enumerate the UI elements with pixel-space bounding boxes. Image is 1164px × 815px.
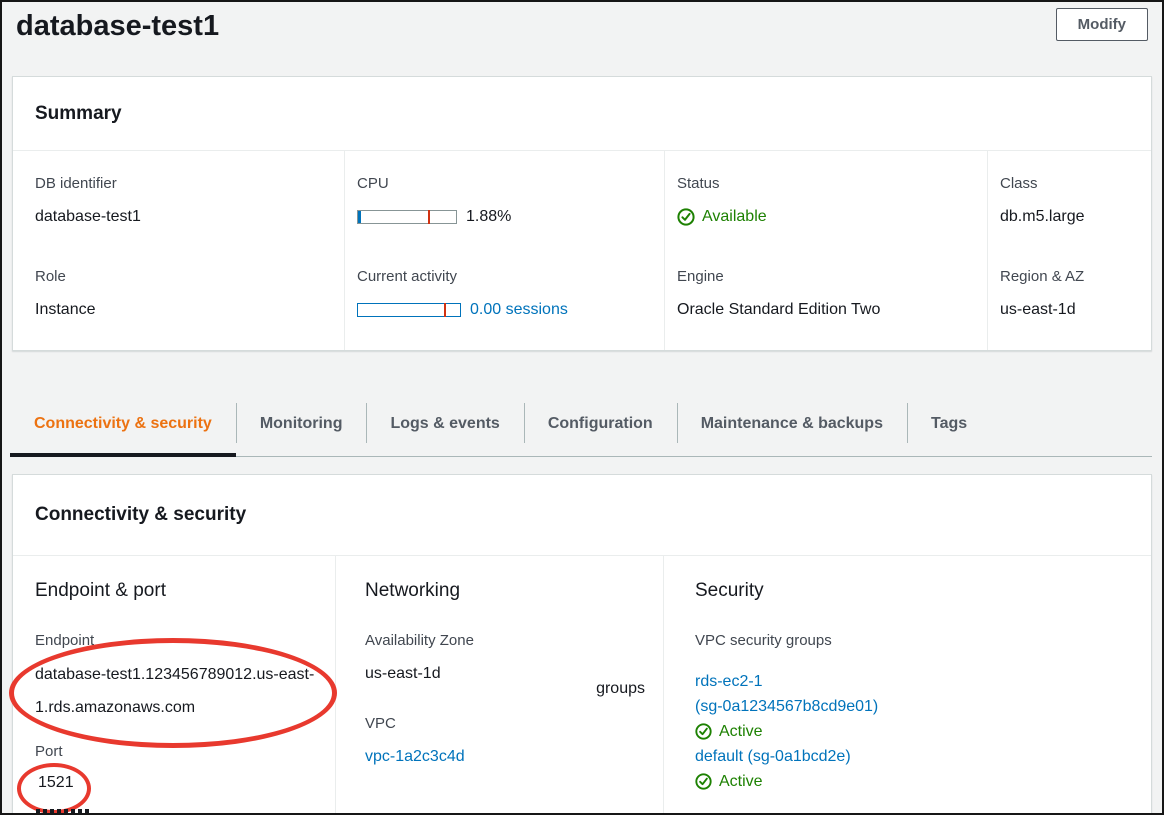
cpu-progress-fill bbox=[358, 211, 361, 223]
endpoint-port-column: Endpoint & port Endpoint database-test1.… bbox=[13, 556, 335, 815]
status-label: Status bbox=[677, 175, 977, 192]
detail-tabs: Connectivity & security Monitoring Logs … bbox=[10, 391, 1152, 457]
active-status-icon bbox=[695, 723, 712, 740]
security-group-2-link[interactable]: default (sg-0a1bcd2e) bbox=[695, 744, 851, 769]
summary-panel-title: Summary bbox=[13, 77, 1151, 151]
endpoint-port-section-title: Endpoint & port bbox=[35, 580, 321, 602]
vpc-link[interactable]: vpc-1a2c3c4d bbox=[365, 748, 465, 766]
security-group-1-name-link[interactable]: rds-ec2-1 bbox=[695, 669, 763, 694]
tab-maintenance-backups[interactable]: Maintenance & backups bbox=[677, 391, 907, 456]
summary-column-status: Status Available Engine Oracle Standard … bbox=[664, 151, 987, 350]
status-available-icon bbox=[677, 208, 695, 226]
summary-column-identity: DB identifier database-test1 Role Instan… bbox=[13, 151, 344, 350]
sessions-threshold-tick bbox=[444, 303, 446, 317]
status-field: Status Available bbox=[677, 175, 977, 226]
region-az-value: us-east-1d bbox=[1000, 301, 1141, 319]
page-title: database-test1 bbox=[16, 8, 219, 43]
security-group-1-id-link[interactable]: (sg-0a1234567b8cd9e01) bbox=[695, 694, 878, 719]
endpoint-value: database-test1.123456789012.us-east-1.rd… bbox=[35, 658, 331, 724]
port-label: Port bbox=[35, 743, 321, 760]
cpu-label: CPU bbox=[357, 175, 654, 192]
security-group-1-status: Active bbox=[695, 719, 1137, 744]
vpc-label: VPC bbox=[365, 715, 649, 732]
security-groups-list: rds-ec2-1 (sg-0a1234567b8cd9e01) Active … bbox=[695, 669, 1137, 794]
page-header: database-test1 Modify bbox=[2, 2, 1162, 76]
db-identifier-value: database-test1 bbox=[35, 208, 334, 226]
security-group-1-status-text: Active bbox=[719, 723, 763, 741]
tab-configuration[interactable]: Configuration bbox=[524, 391, 677, 456]
rds-instance-details-page: database-test1 Modify Summary DB identif… bbox=[0, 0, 1164, 815]
security-group-2-status-text: Active bbox=[719, 773, 763, 791]
region-az-field: Region & AZ us-east-1d bbox=[1000, 268, 1141, 319]
summary-column-class: Class db.m5.large Region & AZ us-east-1d bbox=[987, 151, 1151, 350]
summary-grid: DB identifier database-test1 Role Instan… bbox=[13, 151, 1151, 350]
modify-button[interactable]: Modify bbox=[1056, 8, 1148, 41]
connectivity-panel-title: Connectivity & security bbox=[13, 475, 1151, 556]
summary-column-metrics: CPU 1.88% Current activity bbox=[344, 151, 664, 350]
current-activity-label: Current activity bbox=[357, 268, 654, 285]
security-group-2-status: Active bbox=[695, 769, 1137, 794]
db-identifier-label: DB identifier bbox=[35, 175, 334, 192]
status-value: Available bbox=[702, 208, 767, 226]
sessions-progress-bar bbox=[357, 303, 461, 317]
current-activity-field: Current activity 0.00 sessions bbox=[357, 268, 654, 319]
role-label: Role bbox=[35, 268, 334, 285]
region-az-label: Region & AZ bbox=[1000, 268, 1141, 285]
tab-logs-events[interactable]: Logs & events bbox=[366, 391, 523, 456]
class-field: Class db.m5.large bbox=[1000, 175, 1141, 226]
connectivity-panel: Connectivity & security Endpoint & port … bbox=[12, 474, 1152, 815]
tab-connectivity-security[interactable]: Connectivity & security bbox=[10, 391, 236, 456]
role-field: Role Instance bbox=[35, 268, 334, 319]
security-column: Security VPC security groups rds-ec2-1 (… bbox=[663, 556, 1151, 815]
class-value: db.m5.large bbox=[1000, 208, 1141, 226]
class-label: Class bbox=[1000, 175, 1141, 192]
vpc-security-groups-label: VPC security groups bbox=[695, 632, 1137, 649]
role-value: Instance bbox=[35, 301, 334, 319]
stray-groups-text: groups bbox=[596, 680, 645, 698]
cpu-progress-bar bbox=[357, 210, 457, 224]
availability-zone-label: Availability Zone bbox=[365, 632, 649, 649]
db-identifier-field: DB identifier database-test1 bbox=[35, 175, 334, 226]
cpu-value: 1.88% bbox=[466, 208, 511, 226]
active-status-icon bbox=[695, 773, 712, 790]
status-row: Available bbox=[677, 208, 977, 226]
networking-column: Networking Availability Zone us-east-1d … bbox=[335, 556, 663, 815]
current-activity-meter-row: 0.00 sessions bbox=[357, 301, 654, 319]
cpu-threshold-tick bbox=[428, 210, 430, 224]
tab-tags[interactable]: Tags bbox=[907, 391, 991, 456]
engine-value: Oracle Standard Edition Two bbox=[677, 301, 977, 319]
cutoff-text-fragment bbox=[36, 809, 91, 813]
port-value: 1521 bbox=[35, 774, 321, 792]
cpu-meter-row: 1.88% bbox=[357, 208, 654, 226]
cpu-field: CPU 1.88% bbox=[357, 175, 654, 226]
summary-panel: Summary DB identifier database-test1 Rol… bbox=[12, 76, 1152, 351]
connectivity-grid: Endpoint & port Endpoint database-test1.… bbox=[13, 556, 1151, 815]
endpoint-label: Endpoint bbox=[35, 632, 321, 649]
tab-monitoring[interactable]: Monitoring bbox=[236, 391, 367, 456]
networking-section-title: Networking bbox=[365, 580, 649, 602]
sessions-value[interactable]: 0.00 sessions bbox=[470, 301, 568, 319]
engine-field: Engine Oracle Standard Edition Two bbox=[677, 268, 977, 319]
security-section-title: Security bbox=[695, 580, 1137, 602]
engine-label: Engine bbox=[677, 268, 977, 285]
